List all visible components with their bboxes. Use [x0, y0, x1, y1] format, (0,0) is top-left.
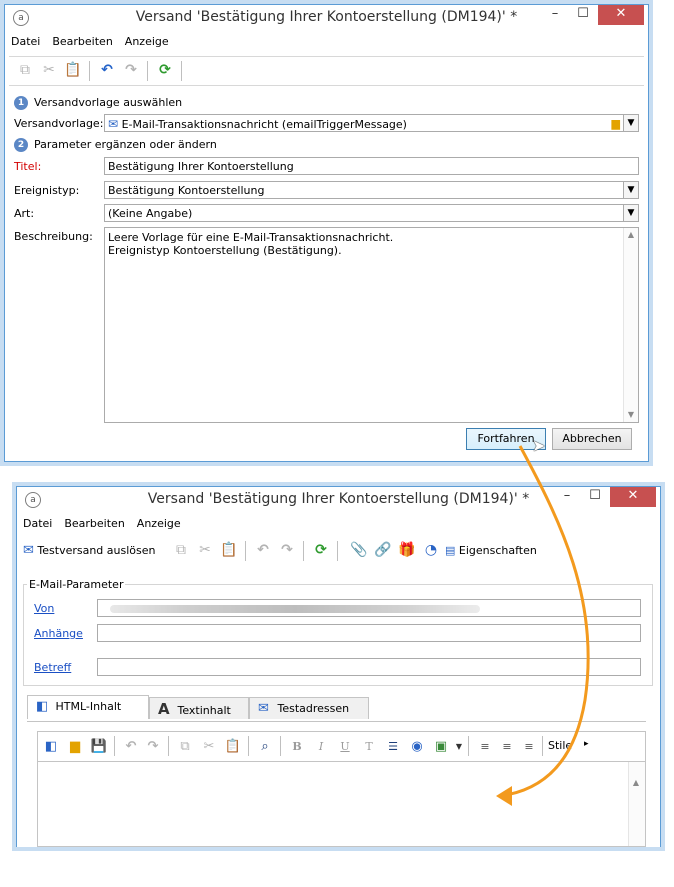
- mouse-cursor-icon: ➤: [532, 436, 546, 455]
- annotation-arrow: [496, 445, 590, 806]
